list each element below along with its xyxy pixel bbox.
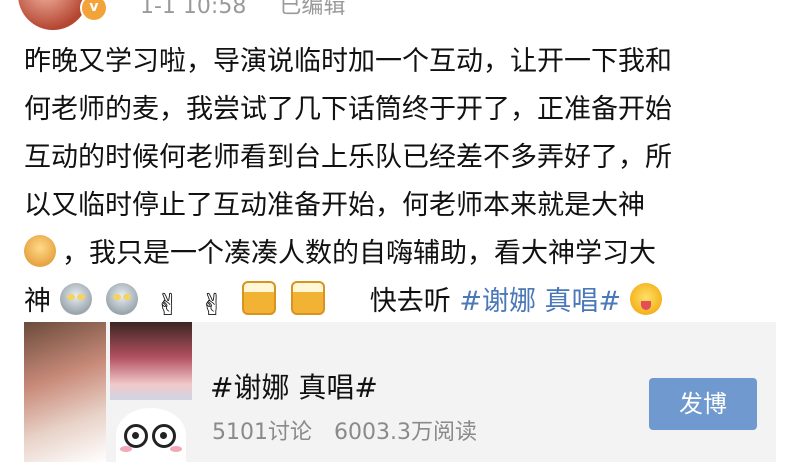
post-button[interactable]: 发博 — [649, 378, 757, 430]
post-line: 神 ✌ ✌ 快去听 #谢娜 真唱# — [24, 278, 784, 326]
post-line: 何老师的麦，我尝试了几下话筒终于开了，正准备开始 — [24, 94, 672, 125]
discussion-count: 5101讨论 — [212, 420, 312, 445]
avatar[interactable] — [18, 0, 88, 30]
read-count: 6003.3万阅读 — [334, 420, 477, 445]
listen-text: 快去听 — [369, 286, 451, 317]
victory-hand-icon: ✌ — [199, 288, 225, 323]
thumbnail-image — [110, 322, 192, 400]
beer-icon — [241, 281, 276, 315]
cartoon-face-icon — [116, 408, 186, 462]
post-body: 昨晚又学习啦，导演说临时加一个互动，让开一下我和 何老师的麦，我尝试了几下话筒终… — [24, 38, 784, 326]
beer-icon — [290, 281, 325, 315]
baby-icon — [24, 235, 56, 267]
edited-label[interactable]: 已编辑 — [279, 0, 345, 19]
post-line: 昨晚又学习啦，导演说临时加一个互动，让开一下我和 — [24, 46, 672, 77]
card-stats: 5101讨论 6003.3万阅读 — [212, 414, 477, 446]
tongue-face-icon — [629, 283, 662, 315]
card-title[interactable]: #谢娜 真唱# — [210, 366, 378, 406]
post-line-text: 神 — [24, 286, 51, 317]
post-line: 互动的时候何老师看到台上乐队已经差不多弄好了，所 — [24, 142, 672, 173]
post-meta: 1-1 10:58 已编辑 — [140, 0, 345, 20]
verified-badge-icon: v — [80, 0, 108, 22]
post-line: 以又临时停止了互动准备开始，何老师本来就是大神 — [24, 190, 645, 221]
topic-card[interactable]: #谢娜 真唱# 5101讨论 6003.3万阅读 发博 — [24, 322, 776, 462]
topic-link[interactable]: #谢娜 真唱# — [459, 286, 621, 317]
post-line: ，我只是一个凑凑人数的自嗨辅助，看大神学习大 — [24, 230, 784, 278]
victory-hand-icon: ✌ — [155, 288, 181, 323]
post-line-text: ，我只是一个凑凑人数的自嗨辅助，看大神学习大 — [62, 238, 656, 269]
post-time: 1-1 10:58 — [140, 0, 247, 19]
thumbnail-image — [24, 322, 106, 462]
ultraman-icon — [59, 283, 92, 315]
ultraman-icon — [106, 283, 139, 315]
